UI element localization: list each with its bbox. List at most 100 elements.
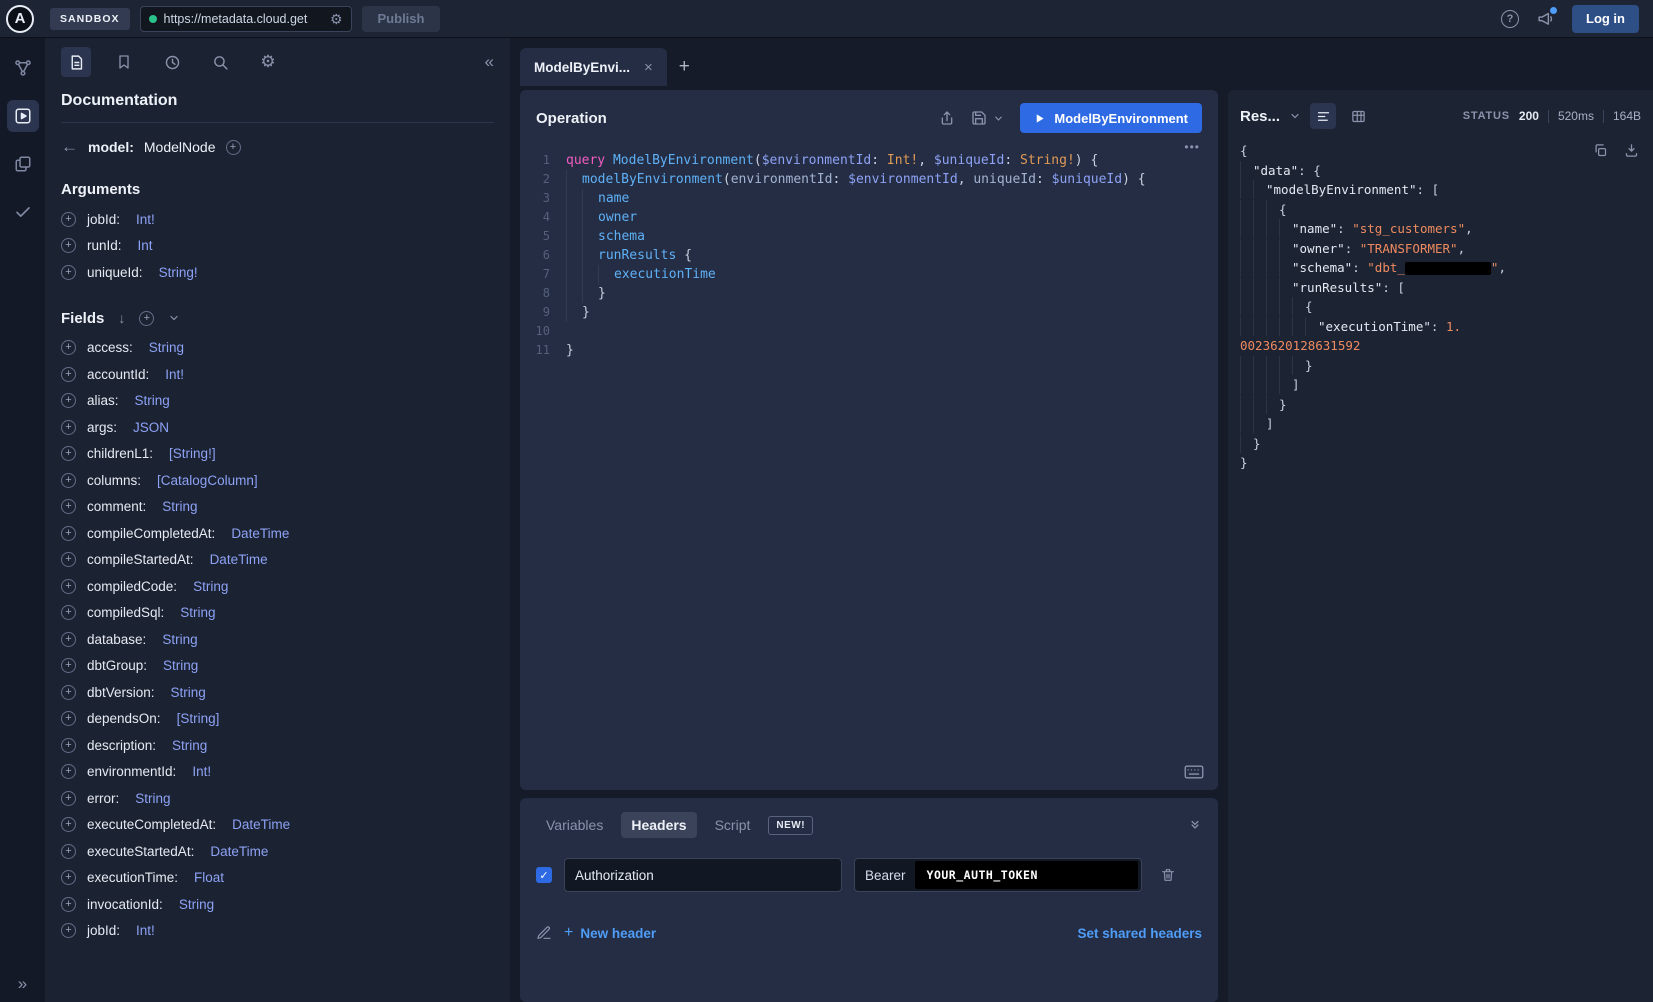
doc-field-row[interactable]: +alias:String [61,388,494,415]
code-line[interactable]: 11} [532,341,1218,360]
schema-graph-nav-icon[interactable] [7,52,39,84]
endpoint-url-input[interactable]: https://metadata.cloud.get ⚙ [140,6,352,32]
field-type[interactable]: DateTime [210,552,268,567]
doc-field-row[interactable]: +executionTime:Float [61,865,494,892]
add-field-icon[interactable]: + [61,817,76,832]
doc-field-row[interactable]: +accountId:Int! [61,361,494,388]
code-line[interactable]: 1query ModelByEnvironment($environmentId… [532,151,1218,170]
field-type[interactable]: Int! [192,764,211,779]
field-type[interactable]: Int [138,238,153,253]
response-dropdown-chevron-icon[interactable] [1289,110,1301,122]
field-type[interactable]: [String] [177,711,220,726]
new-header-button[interactable]: + New header [564,924,656,942]
add-field-icon[interactable]: + [61,844,76,859]
doc-field-row[interactable]: +dbtGroup:String [61,653,494,680]
back-arrow-icon[interactable]: ← [61,137,78,157]
documentation-tab-icon[interactable] [61,47,91,77]
fields-chevron-down-icon[interactable] [168,312,180,324]
field-type[interactable]: Int! [136,923,155,938]
add-field-icon[interactable]: + [61,738,76,753]
add-field-icon[interactable]: + [61,685,76,700]
field-type[interactable]: String [135,791,170,806]
delete-header-icon[interactable] [1160,867,1176,883]
tab-headers[interactable]: Headers [621,812,696,838]
add-field-icon[interactable]: + [61,764,76,779]
add-field-icon[interactable]: + [61,420,76,435]
doc-field-row[interactable]: +database:String [61,626,494,653]
field-type[interactable]: String [163,658,198,673]
doc-field-row[interactable]: +jobId:Int! [61,918,494,945]
help-icon[interactable]: ? [1501,10,1519,28]
doc-field-row[interactable]: +description:String [61,732,494,759]
add-field-icon[interactable]: + [61,499,76,514]
docs-settings-gear-icon[interactable]: ⚙ [253,47,283,77]
announcements-icon[interactable] [1537,10,1554,27]
login-button[interactable]: Log in [1572,5,1639,33]
field-type[interactable]: Int! [136,212,155,227]
doc-field-row[interactable]: +environmentId:Int! [61,759,494,786]
add-field-icon[interactable]: + [61,658,76,673]
doc-field-row[interactable]: +compiledSql:String [61,600,494,627]
doc-field-row[interactable]: +columns:[CatalogColumn] [61,467,494,494]
download-response-icon[interactable] [1624,143,1639,158]
field-type[interactable]: Float [194,870,224,885]
operation-tab[interactable]: ModelByEnvi... × [520,48,667,86]
code-line[interactable]: 10 [532,322,1218,341]
field-type[interactable]: String [162,499,197,514]
field-type[interactable]: String! [159,265,198,280]
code-line[interactable]: 9} [532,303,1218,322]
doc-field-row[interactable]: +access:String [61,335,494,362]
field-type[interactable]: Int! [165,367,184,382]
endpoint-settings-gear-icon[interactable]: ⚙ [330,12,343,26]
doc-field-row[interactable]: +compiledCode:String [61,573,494,600]
doc-field-row[interactable]: +compileStartedAt:DateTime [61,547,494,574]
doc-field-row[interactable]: +invocationId:String [61,891,494,918]
tab-variables[interactable]: Variables [536,812,613,838]
collections-nav-icon[interactable] [7,148,39,180]
copy-response-icon[interactable] [1593,143,1608,158]
add-all-fields-icon[interactable]: + [139,311,154,326]
saved-operations-bookmark-icon[interactable] [109,47,139,77]
add-field-icon[interactable]: + [61,367,76,382]
doc-field-row[interactable]: +childrenL1:[String!] [61,441,494,468]
field-type[interactable]: [CatalogColumn] [157,473,258,488]
code-lines[interactable]: 1query ModelByEnvironment($environmentId… [520,141,1218,360]
doc-field-row[interactable]: +dependsOn:[String] [61,706,494,733]
code-line[interactable]: 7executionTime [532,265,1218,284]
keyboard-shortcuts-icon[interactable] [1184,764,1204,780]
doc-field-row[interactable]: +comment:String [61,494,494,521]
add-field-icon[interactable]: + [61,393,76,408]
field-type[interactable]: String [171,685,206,700]
code-line[interactable]: 4owner [532,208,1218,227]
search-icon[interactable] [205,47,235,77]
field-type[interactable]: JSON [133,420,169,435]
collapse-io-panel-icon[interactable] [1188,818,1202,832]
header-enabled-checkbox[interactable]: ✓ [536,867,552,883]
table-view-toggle-icon[interactable] [1345,103,1371,129]
doc-field-row[interactable]: +dbtVersion:String [61,679,494,706]
share-operation-icon[interactable] [939,110,955,126]
save-operation-icon[interactable] [971,110,987,126]
edit-headers-icon[interactable] [536,925,552,941]
code-line[interactable]: 2modelByEnvironment(environmentId: $envi… [532,170,1218,189]
doc-field-row[interactable]: +runId:Int [61,233,494,260]
add-field-icon[interactable]: + [61,340,76,355]
add-field-icon[interactable]: + [61,473,76,488]
add-field-icon[interactable]: + [61,526,76,541]
header-key-input[interactable] [564,858,842,892]
add-field-icon[interactable]: + [61,552,76,567]
field-type[interactable]: DateTime [210,844,268,859]
doc-field-row[interactable]: +compileCompletedAt:DateTime [61,520,494,547]
doc-field-row[interactable]: +executeCompletedAt:DateTime [61,812,494,839]
code-line[interactable]: 8} [532,284,1218,303]
field-type[interactable]: [String!] [169,446,216,461]
field-type[interactable]: String [180,605,215,620]
field-type[interactable]: String [135,393,170,408]
sort-fields-icon[interactable]: ↓ [118,310,125,326]
add-field-icon[interactable]: + [61,265,76,280]
doc-field-row[interactable]: +error:String [61,785,494,812]
add-field-icon[interactable]: + [61,446,76,461]
set-shared-headers-link[interactable]: Set shared headers [1077,926,1202,941]
close-tab-icon[interactable]: × [644,59,653,76]
code-line[interactable]: 5schema [532,227,1218,246]
